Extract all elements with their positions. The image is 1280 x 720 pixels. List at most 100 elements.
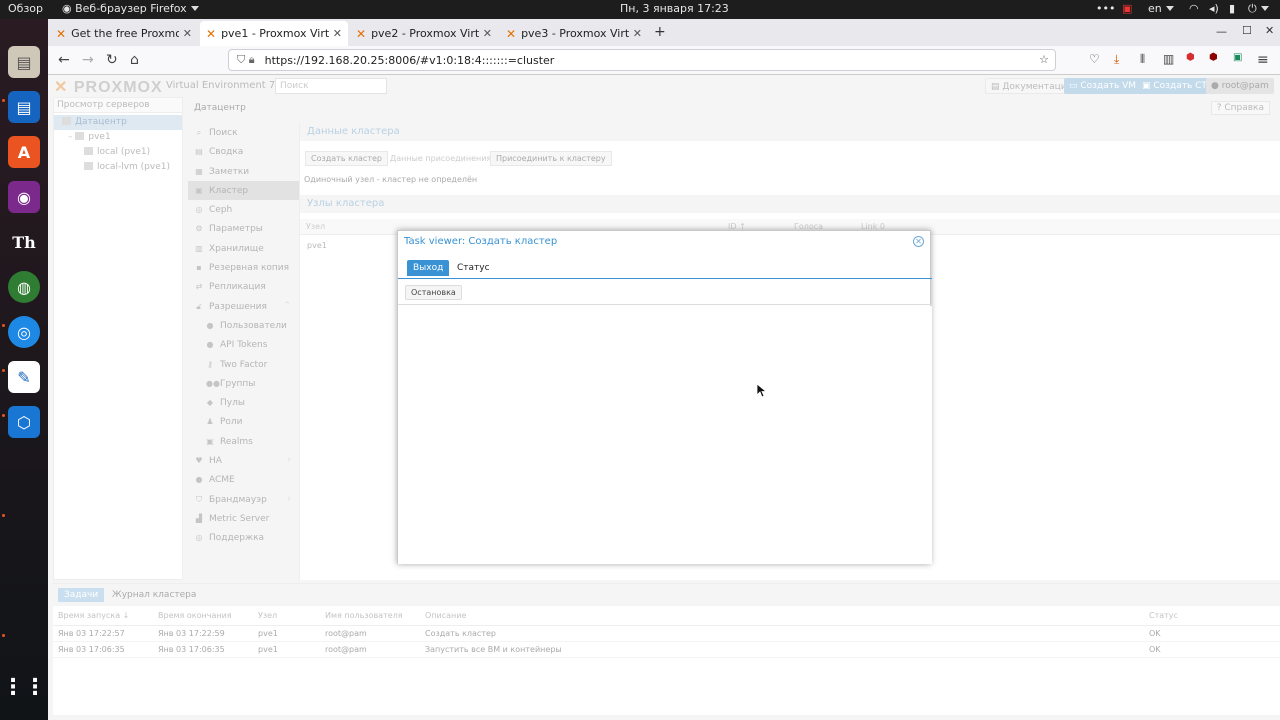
collapse-icon[interactable]: –	[68, 132, 73, 142]
column-header-description[interactable]: Описание	[425, 611, 466, 620]
menu-item-search[interactable]: ⌕ Поиск	[188, 123, 299, 142]
menu-item-ceph[interactable]: ◎ Ceph	[188, 200, 299, 219]
menu-item-firewall[interactable]: ⛉ Брандмауэр ›	[188, 490, 299, 509]
menu-item-options[interactable]: ⚙ Параметры	[188, 219, 299, 238]
menu-item-storage[interactable]: ▥ Хранилище	[188, 239, 299, 258]
home-icon[interactable]: ⌂	[130, 52, 139, 68]
typography-icon[interactable]: Th	[8, 226, 40, 258]
column-header-start[interactable]: Время запуска ↓	[58, 611, 129, 620]
close-window-icon[interactable]: ✕	[1265, 24, 1274, 37]
activities-button[interactable]: Обзор	[8, 2, 43, 15]
hamburger-menu-icon[interactable]: ≡	[1257, 52, 1269, 68]
table-row[interactable]: pve1	[307, 241, 327, 250]
bookmark-star-icon[interactable]: ☆	[1039, 53, 1049, 66]
tree-item-storage[interactable]: local (pve1)	[54, 145, 182, 160]
browser-tab[interactable]: ✕ pve3 - Proxmox Virtual E ✕	[500, 21, 648, 46]
pve-search-input[interactable]: Поиск	[275, 78, 387, 94]
text-editor-icon[interactable]: ✎	[8, 361, 40, 393]
tab-tasks[interactable]: Задачи	[58, 588, 105, 602]
column-header-status[interactable]: Статус	[1149, 611, 1178, 620]
wifi-icon[interactable]: ◠	[1189, 2, 1199, 15]
column-header-node[interactable]: Узел	[258, 611, 277, 620]
downloads-icon[interactable]: ⤓	[1114, 52, 1119, 67]
tree-item-storage[interactable]: local-lvm (pve1)	[54, 160, 182, 175]
files-icon[interactable]: ▤	[8, 46, 40, 78]
menu-item-groups[interactable]: ●●Группы	[188, 374, 299, 393]
new-tab-icon[interactable]: +	[654, 24, 666, 40]
menu-item-cluster[interactable]: ▣ Кластер	[188, 180, 299, 201]
keepass-icon[interactable]: ◍	[8, 271, 40, 303]
menu-item-summary[interactable]: ▤ Сводка	[188, 142, 299, 161]
menu-item-ha[interactable]: ♥ HA ›	[188, 451, 299, 470]
show-apps-icon[interactable]: ⋮⋮	[2, 671, 46, 703]
column-header-user[interactable]: Имя пользователя	[325, 611, 403, 620]
menu-item-api-tokens[interactable]: ● API Tokens	[188, 335, 299, 354]
language-switcher[interactable]: en	[1148, 2, 1174, 15]
indicator-icon[interactable]: ▣	[1122, 2, 1132, 15]
minimize-icon[interactable]: —	[1216, 25, 1227, 38]
browser-tab[interactable]: ✕ pve2 - Proxmox Virtual E ✕	[350, 21, 498, 46]
app-menu[interactable]: ◉ Веб-браузер Firefox	[62, 2, 199, 15]
close-tab-icon[interactable]: ✕	[333, 27, 342, 40]
server-view-selector[interactable]: Просмотр серверов	[54, 98, 182, 113]
task-log-output[interactable]	[398, 306, 932, 564]
writer-icon[interactable]: ▤	[8, 91, 40, 123]
menu-item-metric-server[interactable]: ▟ Metric Server	[188, 509, 299, 528]
close-tab-icon[interactable]: ✕	[633, 27, 642, 40]
forward-icon[interactable]: →	[82, 52, 94, 68]
create-ct-button[interactable]: ▣ Создать CT	[1137, 78, 1212, 94]
extension-icon[interactable]: ▣	[1233, 52, 1242, 63]
tree-item-datacenter[interactable]: Датацентр	[54, 115, 182, 130]
clock[interactable]: Пн, 3 января 17:23	[620, 2, 729, 15]
column-header-end[interactable]: Время окончания	[158, 611, 232, 620]
maximize-icon[interactable]: ☐	[1242, 24, 1252, 37]
system-menu[interactable]: ⏻	[1248, 2, 1269, 16]
battery-icon[interactable]: ▮	[1229, 2, 1235, 15]
adblock-icon[interactable]: ⬢	[1186, 52, 1195, 63]
virtualbox-icon[interactable]: ⬡	[8, 406, 40, 438]
more-icon[interactable]: •••	[1096, 2, 1115, 15]
menu-item-users[interactable]: ● Пользователи	[188, 316, 299, 335]
column-header-node[interactable]: Узел	[306, 222, 325, 231]
stop-button[interactable]: Остановка	[405, 285, 462, 300]
join-cluster-button[interactable]: Присоединить к кластеру	[490, 151, 612, 166]
menu-item-acme[interactable]: ● ACME	[188, 470, 299, 489]
menu-item-notes[interactable]: ▦ Заметки	[188, 162, 299, 181]
tab-cluster-log[interactable]: Журнал кластера	[106, 588, 202, 602]
menu-item-pools[interactable]: ◆ Пулы	[188, 393, 299, 412]
reload-icon[interactable]: ↻	[106, 52, 118, 68]
menu-item-roles[interactable]: ♟ Роли	[188, 412, 299, 431]
close-tab-icon[interactable]: ✕	[483, 27, 492, 40]
software-center-icon[interactable]: A	[8, 136, 40, 168]
close-tab-icon[interactable]: ✕	[183, 27, 192, 40]
menu-item-realms[interactable]: ▣ Realms	[188, 432, 299, 451]
menu-item-backup[interactable]: ▪ Резервная копия	[188, 258, 299, 277]
back-icon[interactable]: ←	[58, 52, 70, 68]
menu-item-support[interactable]: ◎ Поддержка	[188, 528, 299, 547]
table-row[interactable]: Янв 03 17:06:35 Янв 03 17:06:35 pve1 roo…	[53, 642, 1280, 658]
tree-item-node[interactable]: – pve1	[54, 130, 182, 145]
browser-tab-active[interactable]: ✕ pve1 - Proxmox Virtual E ✕	[200, 21, 348, 46]
user-menu-button[interactable]: ● root@pam	[1206, 78, 1274, 94]
table-row[interactable]: Янв 03 17:22:57 Янв 03 17:22:59 pve1 roo…	[53, 626, 1280, 642]
pocket-icon[interactable]: ♡	[1089, 52, 1100, 66]
create-vm-button[interactable]: ▭ Создать VM	[1064, 78, 1142, 94]
chromium-icon[interactable]: ◎	[8, 316, 40, 348]
tab-status[interactable]: Статус	[451, 260, 496, 276]
ublock-icon[interactable]: ⬢	[1209, 52, 1218, 63]
browser-tab[interactable]: ✕ Get the free Proxmox VE ✕	[50, 21, 198, 46]
help-button[interactable]: ? Справка	[1210, 101, 1270, 115]
tab-output[interactable]: Выход	[407, 260, 450, 276]
podcast-icon[interactable]: ◉	[8, 181, 40, 213]
volume-icon[interactable]: ◂)	[1209, 2, 1219, 15]
menu-item-replication[interactable]: ⇄ Репликация	[188, 277, 299, 296]
close-icon[interactable]: ✕	[913, 236, 924, 247]
lock-icon[interactable]: ⛉ 🔒︎	[237, 53, 255, 67]
menu-item-permissions[interactable]: 🔓︎ Разрешения ⌃	[188, 297, 299, 316]
url-bar[interactable]: ⛉ 🔒︎ https://192.168.20.25:8006/#v1:0:18…	[228, 49, 1056, 71]
sidebar-icon[interactable]: ▥	[1163, 52, 1174, 66]
create-cluster-button[interactable]: Создать кластер	[305, 151, 388, 166]
join-information-button[interactable]: Данные присоединения	[384, 151, 497, 166]
menu-item-two-factor[interactable]: ⚷ Two Factor	[188, 355, 299, 374]
library-icon[interactable]: ⫴	[1140, 52, 1145, 67]
